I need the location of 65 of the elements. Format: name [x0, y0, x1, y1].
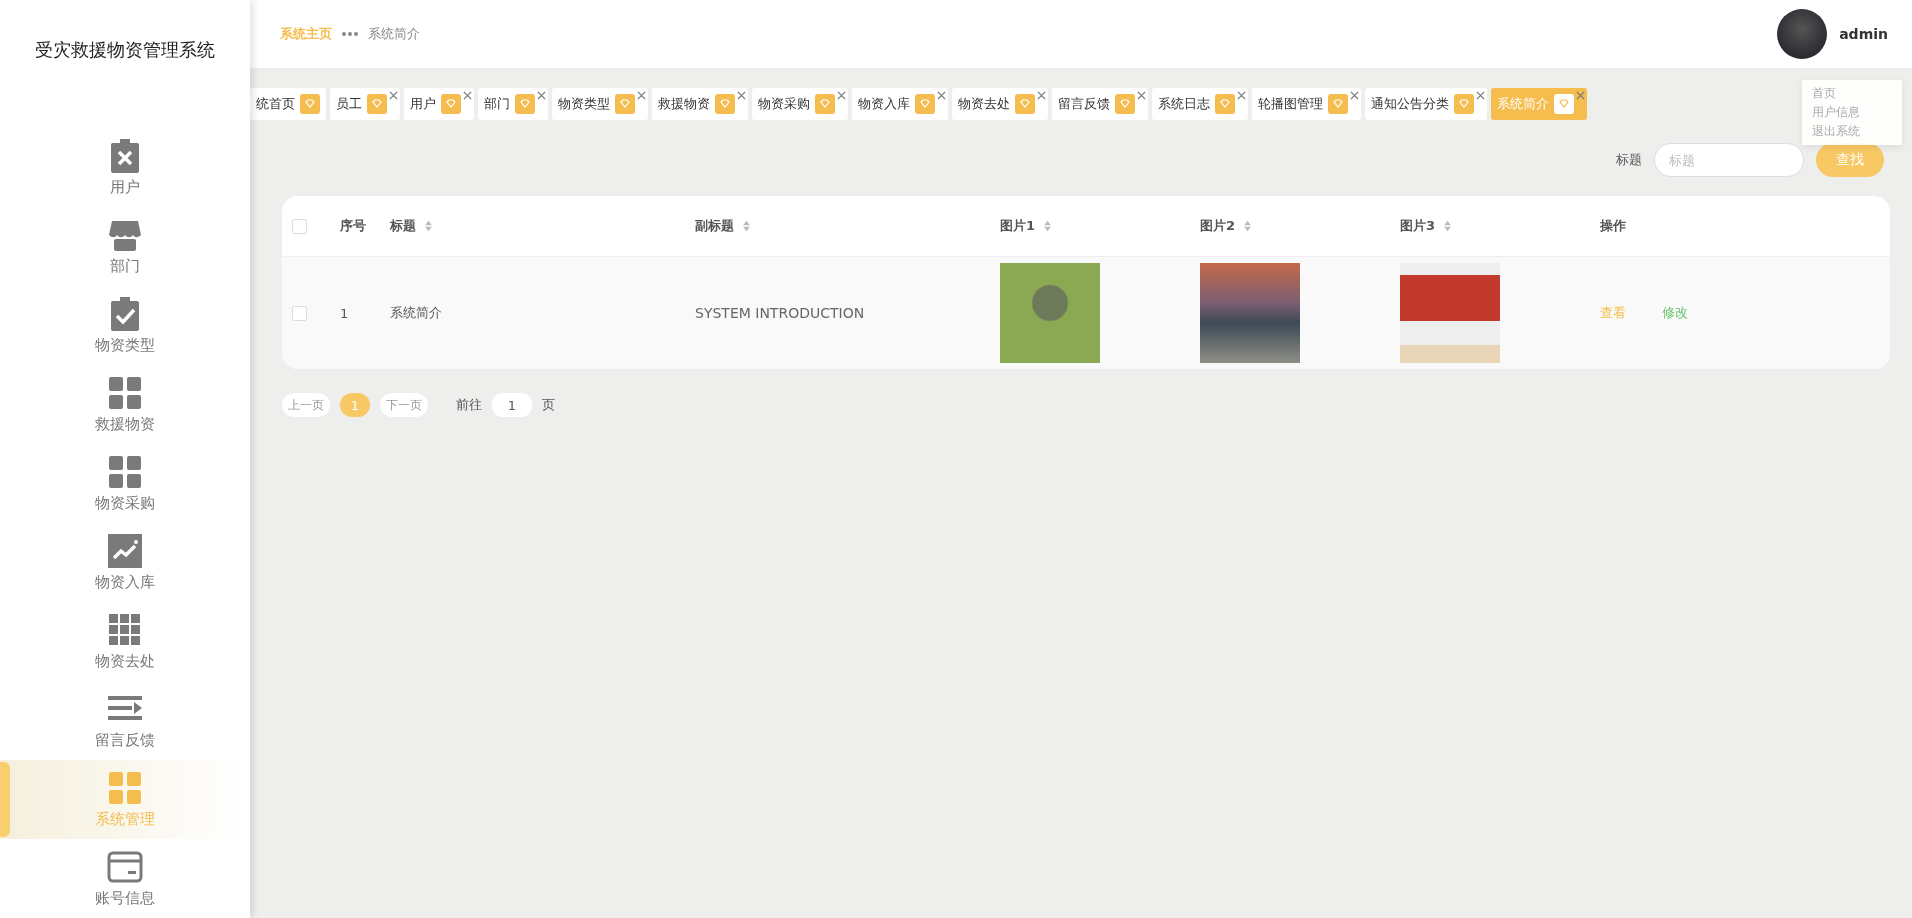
grid-icon — [107, 770, 143, 806]
close-icon[interactable] — [637, 91, 646, 100]
app-title: 受灾救援物资管理系统 — [34, 38, 216, 62]
sidebar-item[interactable]: 账号信息 — [0, 839, 250, 918]
sidebar-item[interactable]: 物资入库 — [0, 523, 250, 602]
username[interactable]: admin — [1839, 26, 1888, 42]
close-icon[interactable] — [937, 91, 946, 100]
checkbox[interactable] — [292, 305, 307, 321]
page-suffix: 页 — [542, 396, 555, 414]
search-label: 标题 — [1616, 151, 1642, 169]
close-icon[interactable] — [1476, 91, 1485, 100]
tab[interactable]: 物资入库 — [852, 88, 948, 120]
search-field[interactable]: 标题 — [1654, 143, 1804, 177]
close-icon[interactable] — [1576, 91, 1585, 100]
column-header: 操作 — [1600, 217, 1626, 235]
grid-icon — [107, 612, 143, 648]
close-icon[interactable] — [463, 91, 472, 100]
close-icon[interactable] — [837, 91, 846, 100]
goto-label: 前往 — [456, 396, 482, 414]
close-icon[interactable] — [737, 91, 746, 100]
column-header[interactable]: 图片3 — [1400, 217, 1453, 235]
prev-page-button[interactable]: 上一页 — [282, 393, 330, 417]
close-icon[interactable] — [537, 91, 546, 100]
sidebar-item[interactable]: 救援物资 — [0, 365, 250, 444]
tab[interactable]: 部门 — [478, 88, 548, 120]
tab[interactable]: 留言反馈 — [1052, 88, 1148, 120]
sidebar-item[interactable]: 物资类型 — [0, 286, 250, 365]
close-icon[interactable] — [1350, 91, 1359, 100]
tab[interactable]: 员工 — [330, 88, 400, 120]
table-cell: SYSTEM INTRODUCTION — [695, 305, 865, 321]
tab[interactable]: 救援物资 — [652, 88, 748, 120]
close-icon[interactable] — [389, 91, 398, 100]
close-icon[interactable] — [1037, 91, 1046, 100]
tab[interactable]: 物资类型 — [552, 88, 648, 120]
column-header[interactable]: 标题 — [390, 217, 433, 235]
grid-icon — [107, 375, 143, 411]
tab[interactable]: 轮播图管理 — [1252, 88, 1361, 120]
column-header: 序号 — [340, 217, 366, 235]
tab[interactable]: 物资采购 — [752, 88, 848, 120]
next-page-button[interactable]: 下一页 — [380, 393, 428, 417]
page-input[interactable]: 1 — [492, 393, 532, 417]
chart-icon — [107, 533, 143, 569]
tab[interactable]: 系统日志 — [1152, 88, 1248, 120]
sidebar-item[interactable]: 用户 — [0, 128, 250, 207]
checkbox[interactable] — [292, 218, 307, 234]
sidebar-item[interactable]: 物资去处 — [0, 602, 250, 681]
close-icon[interactable] — [1137, 91, 1146, 100]
breadcrumb-current: 系统简介 — [368, 25, 420, 43]
table-cell: 系统简介 — [390, 304, 442, 322]
grid-icon — [107, 454, 143, 490]
card-icon — [107, 849, 143, 885]
ellipsis-icon — [342, 32, 358, 36]
column-header[interactable]: 图片2 — [1200, 217, 1253, 235]
sidebar-item[interactable]: 留言反馈 — [0, 681, 250, 760]
column-header[interactable]: 图片1 — [1000, 217, 1053, 235]
tab[interactable]: 统首页 — [250, 88, 326, 120]
column-header[interactable]: 副标题 — [695, 217, 751, 235]
close-icon[interactable] — [1237, 91, 1246, 100]
sidebar-item[interactable]: 物资采购 — [0, 444, 250, 523]
tab[interactable]: 物资去处 — [952, 88, 1048, 120]
avatar[interactable] — [1777, 9, 1828, 59]
sidebar-item[interactable]: 部门 — [0, 207, 250, 286]
tab[interactable]: 用户 — [404, 88, 474, 120]
tab[interactable]: 通知公告分类 — [1365, 88, 1487, 120]
table-cell: 1 — [340, 305, 349, 321]
